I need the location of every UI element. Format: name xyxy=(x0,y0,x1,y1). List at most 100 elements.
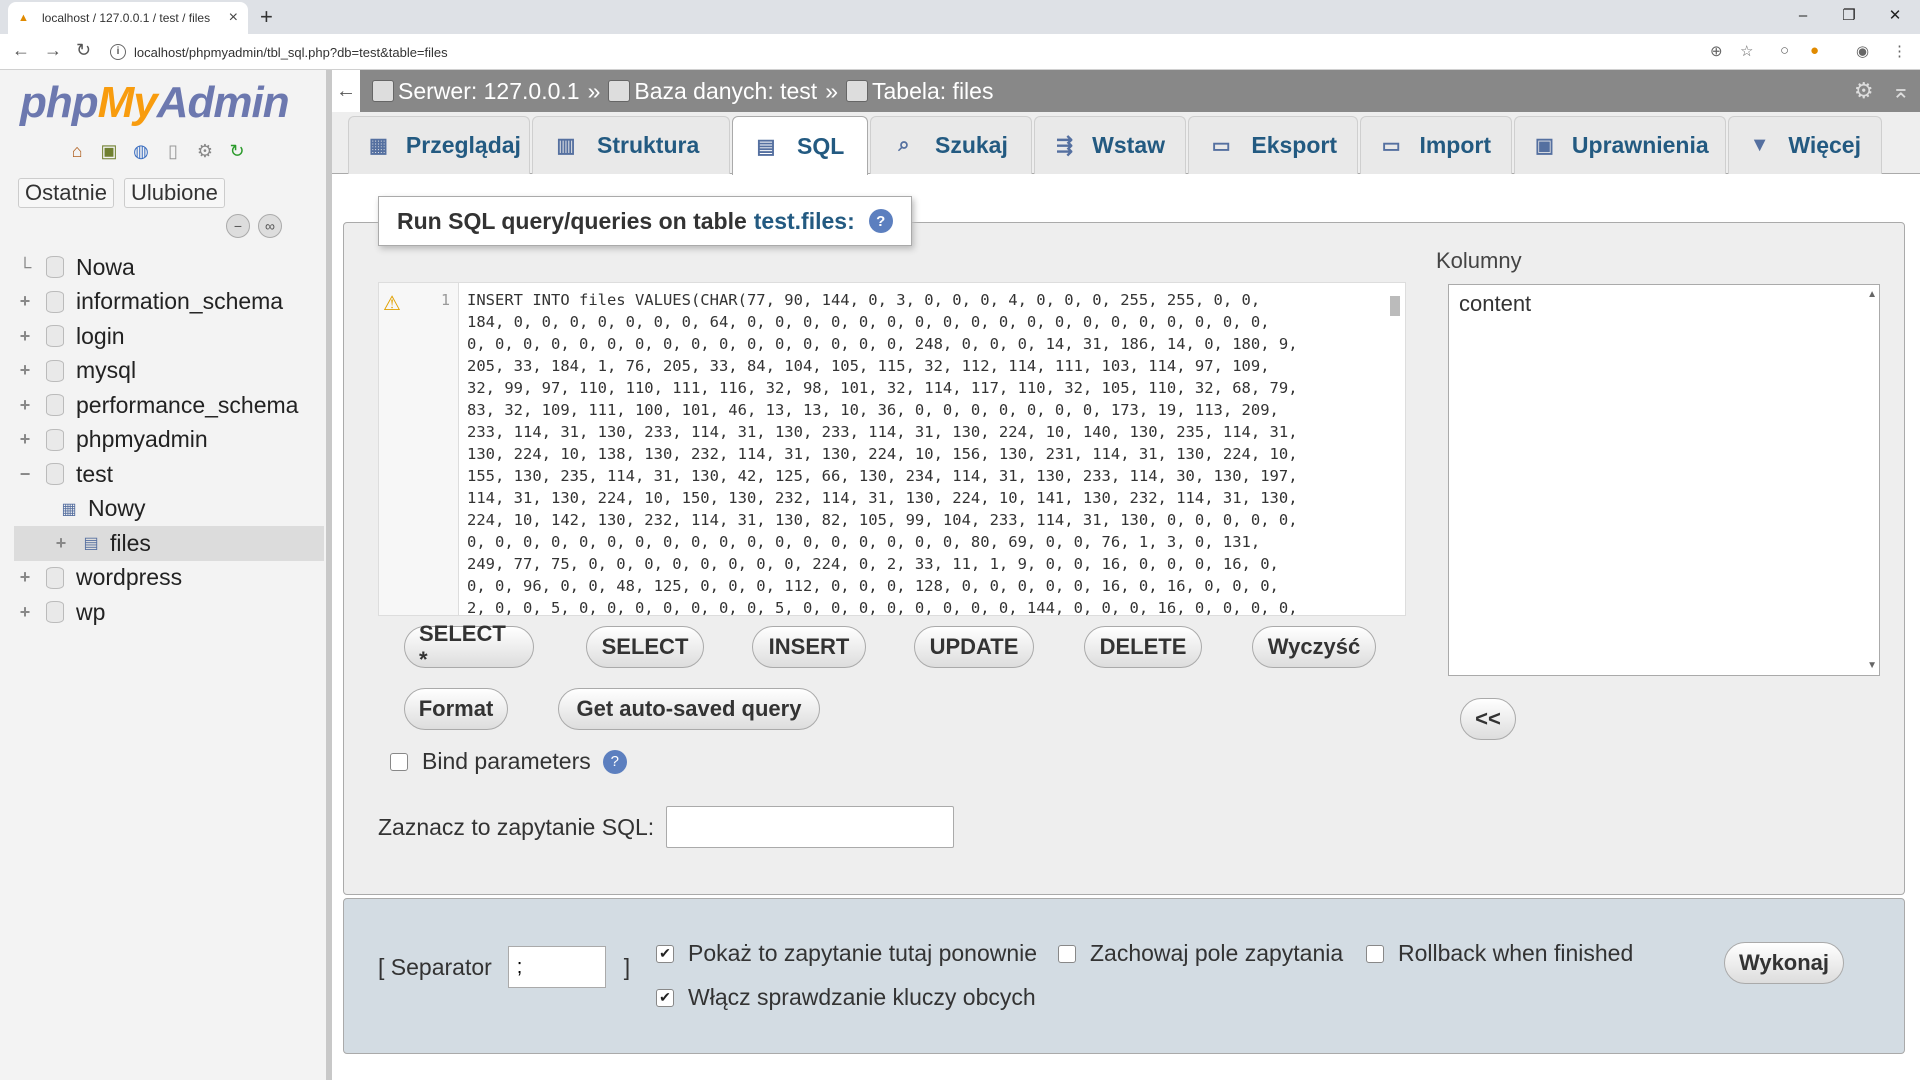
settings-icon[interactable]: ⚙ xyxy=(192,138,218,164)
tab-browse[interactable]: ▦ Przeglądaj xyxy=(348,116,530,174)
expand-icon[interactable]: + xyxy=(14,291,36,313)
tree-item-information-schema[interactable]: + information_schema xyxy=(14,285,324,320)
collapse-navigation-icon[interactable]: ← xyxy=(332,70,360,112)
tree-item-login[interactable]: + login xyxy=(14,319,324,354)
update-button[interactable]: UPDATE xyxy=(914,626,1034,668)
tree-item-phpmyadmin[interactable]: + phpmyadmin xyxy=(14,423,324,458)
select-button[interactable]: SELECT xyxy=(586,626,704,668)
close-tab-icon[interactable]: × xyxy=(229,9,238,27)
close-window-icon[interactable]: ✕ xyxy=(1872,0,1918,30)
tab-search[interactable]: ⌕ Szukaj xyxy=(870,116,1032,174)
export-icon: ▭ xyxy=(1211,135,1231,157)
collapse-all-icon[interactable]: − xyxy=(226,214,250,238)
back-icon[interactable]: ← xyxy=(12,40,30,61)
breadcrumb-server[interactable]: Serwer: 127.0.0.1 xyxy=(372,78,580,105)
phpmyadmin-logo[interactable]: phpMyAdmin xyxy=(20,78,290,128)
bind-parameters-checkbox[interactable] xyxy=(390,752,408,771)
reload-icon[interactable]: ↻ xyxy=(76,40,91,61)
sql-code[interactable]: INSERT INTO files VALUES(CHAR(77, 90, 14… xyxy=(467,289,1387,615)
delimiter-input[interactable] xyxy=(507,946,606,988)
foreign-key-checks-checkbox[interactable]: ✔ xyxy=(656,988,674,1007)
clear-button[interactable]: Wyczyść xyxy=(1252,626,1376,668)
bookmark-star-icon[interactable]: ☆ xyxy=(1740,42,1753,60)
expand-icon[interactable]: + xyxy=(50,532,72,554)
tree-item-performance-schema[interactable]: + performance_schema xyxy=(14,388,324,423)
show-query-again-checkbox[interactable]: ✔ xyxy=(656,944,674,963)
site-info-icon[interactable]: i xyxy=(110,44,126,60)
tree-item-wp[interactable]: + wp xyxy=(14,595,324,630)
help-icon[interactable]: ? xyxy=(868,209,893,233)
editor-scrollbar[interactable] xyxy=(1388,288,1402,610)
new-tab-icon[interactable]: + xyxy=(260,4,273,30)
get-autosaved-query-button[interactable]: Get auto-saved query xyxy=(558,688,820,730)
tab-more[interactable]: ▼ Więcej xyxy=(1728,116,1882,174)
insert-button[interactable]: INSERT xyxy=(752,626,866,668)
retain-query-box-checkbox[interactable] xyxy=(1058,944,1076,963)
expand-icon[interactable]: + xyxy=(14,567,36,589)
tree-item-mysql[interactable]: + mysql xyxy=(14,354,324,389)
breadcrumb-database[interactable]: Baza danych: test xyxy=(608,78,817,105)
tree-item-test[interactable]: − test xyxy=(14,457,324,492)
tree-item-new-database[interactable]: └ Nowa xyxy=(14,250,324,285)
menu-dots-icon[interactable]: ⋮ xyxy=(1892,42,1907,60)
navigation-resizer[interactable] xyxy=(326,70,332,1080)
expand-icon[interactable]: + xyxy=(14,429,36,451)
scroll-down-icon[interactable]: ▼ xyxy=(1867,660,1877,671)
tree-item-new-table[interactable]: ▦ Nowy xyxy=(14,492,324,527)
tab-privileges[interactable]: ▣ Uprawnienia xyxy=(1514,116,1726,174)
breadcrumb-table[interactable]: Tabela: files xyxy=(846,78,993,105)
tab-import[interactable]: ▭ Import xyxy=(1360,116,1512,174)
link-with-main-icon[interactable]: ∞ xyxy=(258,214,282,238)
scroll-up-icon[interactable]: ▲ xyxy=(1867,289,1877,300)
extension-icon[interactable]: ○ xyxy=(1780,42,1789,59)
table-name-link[interactable]: test.files: xyxy=(754,208,855,235)
home-icon[interactable]: ⌂ xyxy=(64,138,90,164)
insert-column-button[interactable]: << xyxy=(1460,698,1516,740)
logout-icon[interactable]: ▣ xyxy=(96,138,122,164)
tab-sql[interactable]: ▤ SQL xyxy=(732,116,868,175)
address-bar[interactable]: i localhost/phpmyadmin/tbl_sql.php?db=te… xyxy=(110,39,1850,65)
select-all-button[interactable]: SELECT * xyxy=(404,621,534,672)
chevron-down-icon: ▼ xyxy=(1749,134,1770,156)
tab-export[interactable]: ▭ Eksport xyxy=(1188,116,1358,174)
go-button[interactable]: Wykonaj xyxy=(1724,942,1844,984)
zoom-icon[interactable]: ⊕ xyxy=(1710,42,1723,60)
forward-icon[interactable]: → xyxy=(44,40,62,61)
new-database-icon xyxy=(46,256,64,279)
browser-tab[interactable]: ▲ localhost / 127.0.0.1 / test / files × xyxy=(8,2,248,34)
reload-nav-icon[interactable]: ↻ xyxy=(224,138,250,164)
restore-icon[interactable]: ❐ xyxy=(1826,0,1872,30)
format-button[interactable]: Format xyxy=(404,688,508,730)
collapse-topbar-icon[interactable]: ⌅ xyxy=(1892,78,1910,104)
column-item[interactable]: content xyxy=(1459,291,1869,317)
expand-icon[interactable]: + xyxy=(14,394,36,416)
recent-tables-button[interactable]: Ostatnie xyxy=(18,178,114,208)
tab-insert[interactable]: ⇶ Wstaw xyxy=(1034,116,1186,174)
profile-icon[interactable]: ◉ xyxy=(1856,42,1869,60)
sql-editor[interactable]: ⚠ 1 INSERT INTO files VALUES(CHAR(77, 90… xyxy=(378,282,1406,616)
tree-item-files[interactable]: + ▤ files xyxy=(14,526,324,561)
minimize-icon[interactable]: – xyxy=(1780,0,1826,30)
columns-list[interactable]: content ▲ ▼ xyxy=(1448,284,1880,676)
docs-icon[interactable]: ▯ xyxy=(160,138,186,164)
retain-query-box-option: Zachowaj pole zapytania xyxy=(1058,940,1343,967)
phpmyadmin-favicon-icon: ▲ xyxy=(18,12,29,24)
sql-query-legend: Run SQL query/queries on table test.file… xyxy=(378,196,912,246)
tab-structure[interactable]: ▥ Struktura xyxy=(532,116,730,174)
bookmark-input[interactable] xyxy=(666,806,955,848)
tree-item-wordpress[interactable]: + wordpress xyxy=(14,561,324,596)
database-icon xyxy=(46,290,64,313)
help-icon[interactable]: ? xyxy=(602,749,627,774)
expand-icon[interactable]: + xyxy=(14,325,36,347)
collapse-icon[interactable]: − xyxy=(14,463,36,485)
expand-icon[interactable]: + xyxy=(14,601,36,623)
expand-icon[interactable]: + xyxy=(14,360,36,382)
delete-button[interactable]: DELETE xyxy=(1084,626,1202,668)
favorite-tables-button[interactable]: Ulubione xyxy=(124,178,225,208)
warning-icon[interactable]: ⚠ xyxy=(383,291,401,316)
extension-orange-icon[interactable]: ● xyxy=(1810,42,1819,59)
help-icon[interactable]: ◍ xyxy=(128,138,154,164)
gear-icon[interactable]: ⚙ xyxy=(1854,78,1874,104)
rollback-checkbox[interactable] xyxy=(1366,944,1384,963)
scrollbar-thumb[interactable] xyxy=(1390,296,1400,316)
